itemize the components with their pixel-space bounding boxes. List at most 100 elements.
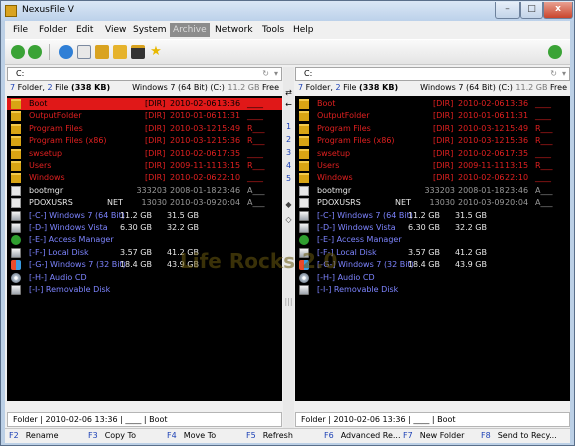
- menu-edit[interactable]: Edit: [73, 23, 96, 37]
- item-name: PDOXUSRS: [29, 198, 73, 208]
- drive-item[interactable]: [-E-] Access Manager: [7, 234, 282, 246]
- list-item[interactable]: Windows [DIR] 2010-02-06 22:10 ____: [295, 172, 570, 184]
- item-name: Program Files: [317, 123, 371, 133]
- drive-item[interactable]: [-I-] Removable Disk: [7, 284, 282, 296]
- diamond-icon[interactable]: ◆: [283, 200, 294, 209]
- item-type: [DIR]: [433, 148, 454, 158]
- list-item[interactable]: Program Files (x86) [DIR] 2010-03-12 15:…: [7, 135, 282, 147]
- bookmark-4[interactable]: 4: [283, 161, 294, 170]
- minimize-button[interactable]: –: [495, 2, 520, 19]
- item-date: 2010-02-06: [458, 173, 505, 183]
- menu-help[interactable]: Help: [290, 23, 317, 37]
- drive-total: 32.2 GB: [454, 223, 487, 232]
- list-item[interactable]: OutputFolder [DIR] 2010-01-06 11:31 ____: [295, 110, 570, 122]
- drive-item[interactable]: [-C-] Windows 7 (64 Bit) 11.2 GB 31.5 GB: [295, 210, 570, 222]
- copy-icon[interactable]: [77, 45, 91, 59]
- list-item[interactable]: Boot [DIR] 2010-02-06 13:36 ____: [7, 98, 282, 111]
- drive-total: 32.2 GB: [166, 223, 199, 232]
- item-type: [DIR]: [433, 111, 454, 121]
- list-item[interactable]: Program Files [DIR] 2010-03-12 15:49 R__…: [295, 123, 570, 135]
- list-item[interactable]: OutputFolder [DIR] 2010-01-06 11:31 ____: [7, 110, 282, 122]
- item-date: 2008-01-18: [458, 185, 505, 195]
- hard-drive-icon: [299, 223, 309, 233]
- network-sync-icon[interactable]: [548, 45, 562, 59]
- fkey-send-to-recycle[interactable]: F8 Send to Recy...: [481, 430, 557, 442]
- title-bar[interactable]: NexusFile V – □ x: [1, 1, 574, 21]
- maximize-button[interactable]: □: [520, 2, 543, 19]
- list-item[interactable]: Program Files [DIR] 2010-03-12 15:49 R__…: [7, 123, 282, 135]
- list-item[interactable]: PDOXUSRS NET 13030 2010-03-09 20:04 A___: [295, 197, 570, 209]
- right-refresh-icon[interactable]: ↻: [550, 68, 557, 80]
- menu-network[interactable]: Network: [212, 23, 256, 37]
- folder-icon: [299, 161, 309, 171]
- function-key-bar: F2 Rename F3 Copy To F4 Move To F5 Refresh F…: [5, 428, 570, 443]
- favorite-star-icon[interactable]: ★: [149, 45, 163, 59]
- fkey-advanced-rename[interactable]: F6 Advanced Re...: [324, 430, 401, 442]
- drive-item[interactable]: [-D-] Windows Vista 6.30 GB 32.2 GB: [295, 222, 570, 234]
- right-path-dropdown-icon[interactable]: ▾: [562, 68, 566, 80]
- left-info-bar: 7 Folder, 2 File (338 KB) Windows 7 (64 …: [7, 82, 282, 95]
- list-item[interactable]: Program Files (x86) [DIR] 2010-03-12 15:…: [295, 135, 570, 147]
- drive-item[interactable]: [-C-] Windows 7 (64 Bit) 11.2 GB 31.5 GB: [7, 210, 282, 222]
- cd-icon: [299, 272, 309, 283]
- drive-item[interactable]: [-H-] Audio CD: [7, 272, 282, 284]
- item-size: 333203: [424, 185, 455, 195]
- fkey-copy-to[interactable]: F3 Copy To: [88, 430, 136, 442]
- app-window: NexusFile V – □ x File Folder Edit View …: [0, 0, 575, 446]
- refresh-icon[interactable]: [59, 45, 73, 59]
- item-time: 13:36: [505, 99, 529, 108]
- list-item[interactable]: bootmgr 333203 2008-01-18 23:46 A___: [7, 185, 282, 197]
- menu-view[interactable]: View: [102, 23, 129, 37]
- fkey-refresh[interactable]: F5 Refresh: [246, 430, 293, 442]
- drive-item[interactable]: [-H-] Audio CD: [295, 272, 570, 284]
- left-drive-name: Windows 7 (64 Bit) (C:): [132, 83, 225, 92]
- item-attr: R___: [247, 123, 265, 133]
- drive-item[interactable]: [-I-] Removable Disk: [295, 284, 570, 296]
- diamond-outline-icon[interactable]: ◇: [283, 215, 294, 224]
- menu-file[interactable]: File: [10, 23, 31, 37]
- close-button[interactable]: x: [543, 2, 573, 19]
- folder-open-icon[interactable]: [113, 45, 127, 59]
- menu-tools[interactable]: Tools: [259, 23, 287, 37]
- fkey-rename[interactable]: F2 Rename: [9, 430, 59, 442]
- fkey-new-folder[interactable]: F7 New Folder: [403, 430, 464, 442]
- client-area: File Folder Edit View System Archive Net…: [5, 21, 570, 443]
- splitter-handle-icon[interactable]: |||: [283, 297, 294, 306]
- terminal-icon[interactable]: [131, 45, 145, 59]
- fkey-key: F7: [403, 431, 413, 440]
- list-item[interactable]: bootmgr 333203 2008-01-18 23:46 A___: [295, 185, 570, 197]
- folder-icon: [11, 173, 21, 184]
- bookmark-5[interactable]: 5: [283, 174, 294, 183]
- menu-system[interactable]: System: [130, 23, 170, 37]
- folder-icon: [299, 136, 309, 147]
- fkey-move-to[interactable]: F4 Move To: [167, 430, 216, 442]
- menu-archive[interactable]: Archive: [170, 23, 210, 37]
- list-item[interactable]: swsetup [DIR] 2010-02-06 17:35 ____: [7, 148, 282, 160]
- folder-icon: [11, 99, 21, 109]
- list-item[interactable]: Users [DIR] 2009-11-11 13:15 R___: [295, 160, 570, 172]
- folder-view-icon[interactable]: [95, 45, 109, 59]
- drive-item[interactable]: [-D-] Windows Vista 6.30 GB 32.2 GB: [7, 222, 282, 234]
- item-ext: NET: [395, 198, 411, 208]
- bookmark-3[interactable]: 3: [283, 148, 294, 157]
- list-item[interactable]: Users [DIR] 2009-11-11 13:15 R___: [7, 160, 282, 172]
- list-item[interactable]: Boot [DIR] 2010-02-06 13:36 ____: [295, 98, 570, 110]
- left-path-dropdown-icon[interactable]: ▾: [274, 68, 278, 80]
- left-refresh-icon[interactable]: ↻: [262, 68, 269, 80]
- bookmark-1[interactable]: 1: [283, 122, 294, 131]
- forward-icon[interactable]: [28, 45, 42, 59]
- menu-folder[interactable]: Folder: [36, 23, 70, 37]
- list-item[interactable]: swsetup [DIR] 2010-02-06 17:35 ____: [295, 148, 570, 160]
- swap-panels-icon[interactable]: ⇄: [283, 88, 294, 97]
- item-time: 17:35: [217, 148, 241, 158]
- drive-item[interactable]: [-E-] Access Manager: [295, 234, 570, 246]
- bookmark-2[interactable]: 2: [283, 135, 294, 144]
- back-icon[interactable]: [11, 45, 25, 59]
- list-item[interactable]: Windows [DIR] 2010-02-06 22:10 ____: [7, 172, 282, 184]
- left-path-bar[interactable]: C: ↻ ▾: [7, 67, 282, 81]
- list-item[interactable]: PDOXUSRS NET 13030 2010-03-09 20:04 A___: [7, 197, 282, 209]
- item-time: 22:10: [217, 173, 241, 183]
- right-path-bar[interactable]: C: ↻ ▾: [295, 67, 570, 81]
- copy-panel-icon[interactable]: ←: [283, 100, 294, 109]
- folder-icon: [299, 173, 309, 184]
